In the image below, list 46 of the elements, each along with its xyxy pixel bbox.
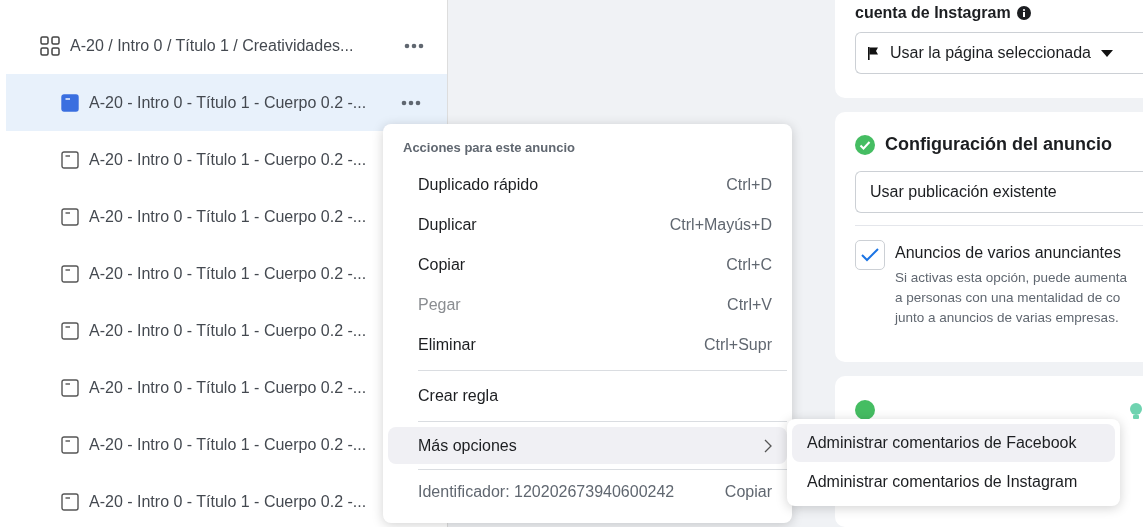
- info-icon: [1016, 6, 1031, 20]
- ad-name: A-20 - Intro 0 - Título 1 - Cuerpo 0.2 -...: [89, 93, 368, 112]
- ad-icon: [61, 150, 79, 169]
- submenu-item[interactable]: Administrar comentarios de Facebook: [792, 424, 1115, 462]
- ad-name: A-20 - Intro 0 - Título 1 - Cuerpo 0.2 -...: [89, 150, 368, 169]
- menu-item[interactable]: Más opciones: [388, 427, 787, 464]
- checkbox[interactable]: [855, 240, 885, 270]
- ad-icon: [61, 93, 79, 112]
- ad-identifier: Identificador: 120202673940600242: [418, 483, 675, 501]
- more-icon[interactable]: [401, 99, 421, 106]
- caret-icon: [1101, 49, 1113, 57]
- copy-link[interactable]: Copiar: [724, 483, 772, 501]
- ad-icon: [61, 378, 79, 397]
- ad-name: A-20 - Intro 0 - Título 1 - Cuerpo 0.2 -...: [89, 435, 368, 454]
- menu-item[interactable]: Duplicado rápido Ctrl+D: [388, 165, 787, 205]
- ad-icon: [61, 492, 79, 511]
- flag-icon: [866, 46, 880, 60]
- ad-name: A-20 - Intro 0 - Título 1 - Cuerpo 0.2 -...: [89, 207, 368, 226]
- checkmark-icon: [861, 248, 879, 262]
- ad-name: A-20 - Intro 0 - Título 1 - Cuerpo 0.2 -...: [89, 321, 368, 340]
- ad-row[interactable]: A-20 - Intro 0 - Título 1 - Cuerpo 0.2 -...: [6, 74, 447, 131]
- ad-icon: [61, 321, 79, 340]
- menu-item[interactable]: Duplicar Ctrl+Mayús+D: [388, 205, 787, 245]
- lightbulb-icon: [1129, 402, 1143, 422]
- option-description: a personas con una mentalidad de co: [895, 289, 1122, 307]
- ad-name: A-20 - Intro 0 - Título 1 - Cuerpo 0.2 -...: [89, 378, 368, 397]
- option-description: Si activas esta opción, puede aumenta: [895, 269, 1127, 287]
- option-description: junto a anuncios de varias empresas.: [895, 309, 1120, 327]
- menu-item[interactable]: Eliminar Ctrl+Supr: [388, 325, 787, 365]
- card-title: Configuración del anuncio: [885, 134, 1112, 155]
- menu-item[interactable]: Copiar Ctrl+C: [388, 245, 787, 285]
- campaign-name[interactable]: A-20 / Intro 0 / Título 1 / Creatividades...: [70, 36, 392, 55]
- ad-icon: [61, 264, 79, 283]
- page-dropdown[interactable]: Usar la página seleccionada: [855, 32, 1143, 74]
- menu-title: Acciones para este anuncio: [403, 140, 576, 155]
- grid-icon: [40, 35, 60, 56]
- submenu-item[interactable]: Administrar comentarios de Instagram: [792, 463, 1115, 501]
- card-title: cuenta de Instagram: [855, 4, 1011, 22]
- post-dropdown[interactable]: Usar publicación existente: [855, 171, 1143, 213]
- more-icon[interactable]: [404, 42, 424, 49]
- ad-icon: [61, 435, 79, 454]
- ad-name: A-20 - Intro 0 - Título 1 - Cuerpo 0.2 -...: [89, 264, 368, 283]
- ad-icon: [61, 207, 79, 226]
- option-label: Anuncios de varios anunciantes: [895, 244, 1122, 262]
- ad-name: A-20 - Intro 0 - Título 1 - Cuerpo 0.2 -...: [89, 492, 368, 511]
- menu-item[interactable]: Crear regla: [388, 376, 787, 416]
